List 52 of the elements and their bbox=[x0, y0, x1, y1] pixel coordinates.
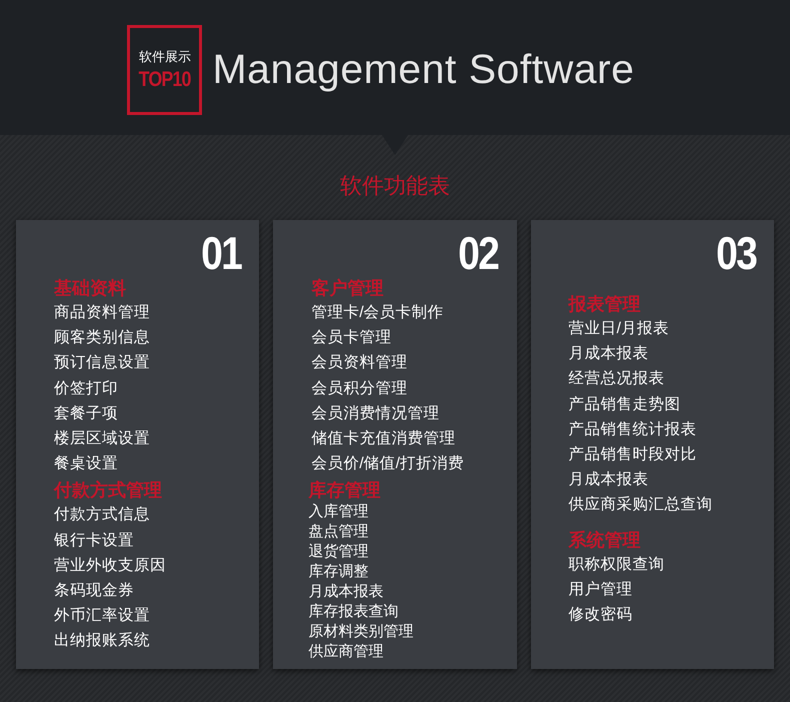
group-heading: 库存管理 bbox=[308, 479, 382, 502]
feature-item: 会员卡管理 bbox=[311, 328, 392, 348]
section-title: 软件功能表 bbox=[340, 175, 450, 197]
feature-item: 盘点管理 bbox=[308, 522, 370, 542]
feature-item: 顾客类别信息 bbox=[54, 328, 151, 348]
card-number: 02 bbox=[458, 230, 499, 276]
card-number: 01 bbox=[201, 230, 242, 276]
group-heading: 客户管理 bbox=[311, 277, 384, 300]
feature-item: 管理卡/会员卡制作 bbox=[311, 303, 445, 323]
feature-item: 产品销售走势图 bbox=[568, 394, 682, 415]
feature-item: 月成本报表 bbox=[568, 344, 650, 364]
feature-item: 库存报表查询 bbox=[308, 602, 400, 622]
feature-item: 预订信息设置 bbox=[54, 353, 151, 374]
feature-item: 库存调整 bbox=[308, 562, 370, 582]
group-heading: 报表管理 bbox=[568, 293, 642, 316]
feature-item: 储值卡充值消费管理 bbox=[311, 429, 456, 450]
feature-item: 会员资料管理 bbox=[311, 353, 408, 374]
feature-item: 会员消费情况管理 bbox=[311, 404, 440, 424]
feature-item: 职称权限查询 bbox=[568, 554, 666, 575]
feature-item: 会员积分管理 bbox=[311, 378, 408, 399]
feature-item: 产品销售统计报表 bbox=[568, 420, 698, 440]
feature-item: 营业外收支原因 bbox=[54, 556, 167, 576]
feature-item: 套餐子项 bbox=[54, 404, 119, 424]
group-heading: 系统管理 bbox=[568, 528, 642, 552]
feature-item: 供应商采购汇总查询 bbox=[568, 495, 714, 516]
feature-item: 退货管理 bbox=[308, 542, 370, 562]
feature-item: 营业日/月报表 bbox=[568, 319, 670, 339]
feature-item: 条码现金券 bbox=[54, 581, 135, 602]
feature-item: 月成本报表 bbox=[568, 470, 650, 490]
feature-item: 付款方式信息 bbox=[54, 505, 151, 526]
feature-item: 原材料类别管理 bbox=[308, 622, 414, 642]
feature-item: 餐桌设置 bbox=[54, 454, 119, 474]
group-heading: 付款方式管理 bbox=[54, 479, 163, 502]
feature-item: 银行卡设置 bbox=[54, 530, 135, 551]
feature-item: 外币汇率设置 bbox=[54, 606, 151, 626]
feature-item: 修改密码 bbox=[568, 605, 634, 626]
feature-item: 月成本报表 bbox=[308, 582, 384, 602]
card-number: 03 bbox=[716, 230, 756, 276]
badge-label: TOP10 bbox=[139, 68, 191, 90]
group-heading: 基础资料 bbox=[54, 277, 127, 300]
feature-item: 产品销售时段对比 bbox=[568, 445, 698, 466]
feature-item: 出纳报账系统 bbox=[54, 631, 151, 652]
header-title: Management Software bbox=[212, 49, 634, 90]
feature-item: 入库管理 bbox=[308, 502, 370, 522]
feature-item: 会员价/储值/打折消费 bbox=[311, 454, 465, 474]
feature-item: 经营总况报表 bbox=[568, 369, 666, 390]
feature-item: 供应商管理 bbox=[308, 642, 384, 662]
badge-caption: 软件展示 bbox=[138, 50, 191, 62]
feature-item: 价签打印 bbox=[54, 378, 119, 399]
feature-item: 楼层区域设置 bbox=[54, 429, 151, 450]
feature-item: 用户管理 bbox=[568, 580, 634, 600]
feature-item: 商品资料管理 bbox=[54, 303, 151, 323]
